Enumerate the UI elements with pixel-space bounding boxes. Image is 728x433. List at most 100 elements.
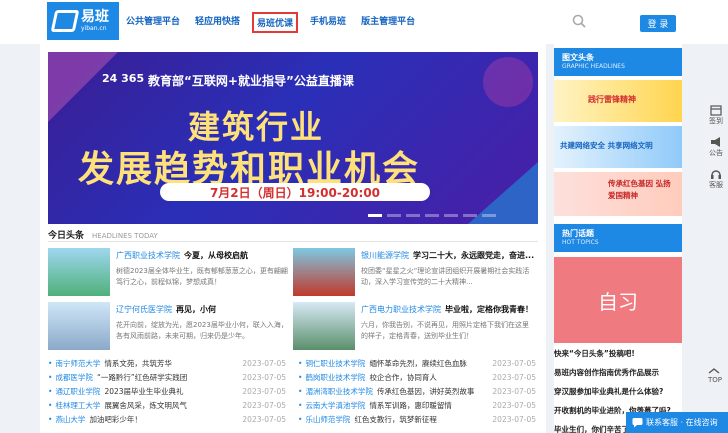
rail-notice[interactable]: 公告 <box>709 136 723 158</box>
list-title[interactable]: 2023届毕业生毕业典礼 <box>104 387 183 396</box>
list-title[interactable]: 缅怀革命先烈，赓续红色血脉 <box>369 359 467 368</box>
section-title-cn: 今日头条 <box>48 231 85 241</box>
section-title: 今日头条 HEADLINES TODAY <box>48 228 158 241</box>
list-date: 2023-07-05 <box>492 386 536 396</box>
carousel-dot[interactable] <box>406 214 420 217</box>
news-source[interactable]: 银川能源学院 <box>361 251 409 260</box>
back-to-top-button[interactable]: TOP <box>708 368 722 384</box>
right-sidebar: 图文头条 GRAPHIC HEADLINES 践行雷锋精神 共建网络安全 共享网… <box>554 44 682 433</box>
news-item[interactable]: 银川能源学院 学习二十大，永远跟党走，奋进... 校团委“星星之火”理论宣讲团组织… <box>293 248 534 296</box>
headline-image[interactable]: 践行雷锋精神 <box>554 80 682 122</box>
nav-moderator-admin[interactable]: 版主管理平台 <box>358 12 418 33</box>
carousel-dot[interactable] <box>425 214 439 217</box>
list-title[interactable]: 情系军训路，惠印暖留情 <box>369 401 452 410</box>
list-source[interactable]: 铜仁职业技术学院 <box>305 359 365 368</box>
rail-service[interactable]: 客服 <box>709 168 723 190</box>
hot-topic-link[interactable]: 快来“今日头条”投稿吧! <box>554 348 635 359</box>
carousel-dot[interactable] <box>368 214 382 217</box>
nav-light-app[interactable]: 轻应用快搭 <box>192 12 243 33</box>
list-source[interactable]: 成都医学院 <box>55 373 93 382</box>
list-source[interactable]: 南宁师范大学 <box>55 359 100 368</box>
news-thumbnail <box>293 248 355 296</box>
list-item[interactable]: 南宁师范大学情系文苑，共筑芳华 2023-07-05 <box>48 356 286 370</box>
checkin-icon <box>710 105 722 116</box>
nav-yiban-course[interactable]: 易班优课 <box>252 12 299 33</box>
rail-checkin-label: 签到 <box>709 117 723 125</box>
list-title[interactable]: 传承红色基因，讲好英烈故事 <box>377 387 475 396</box>
news-title[interactable]: 今夏，从母校启航 <box>184 251 248 260</box>
list-item[interactable]: 鹤岗职业技术学院校企合作，协同育人 2023-07-05 <box>298 370 536 384</box>
list-item[interactable]: 成都医学院 “一路黔行”红色研学实践团 2023-07-05 <box>48 370 286 384</box>
news-title[interactable]: 学习二十大，永远跟党走，奋进... <box>413 251 534 260</box>
list-item[interactable]: 通辽职业学院 2023届毕业生毕业典礼 2023-07-05 <box>48 384 286 398</box>
list-title[interactable]: “一路黔行”红色研学实践团 <box>97 373 187 382</box>
list-title[interactable]: 红色支教行，筑梦新征程 <box>354 415 437 424</box>
nav-mobile-yiban[interactable]: 手机易班 <box>307 12 349 33</box>
news-source[interactable]: 辽宁何氏医学院 <box>116 305 172 314</box>
list-source[interactable]: 通辽职业学院 <box>55 387 100 396</box>
list-source[interactable]: 乐山师范学院 <box>305 415 350 424</box>
list-title[interactable]: 加油吧彩少年！ <box>89 415 142 424</box>
graphic-headlines-title: 图文头条 <box>562 53 594 62</box>
headline-image[interactable]: 传承红色基因 弘扬爱国精神 <box>554 172 682 216</box>
news-summary: 花开向前，绽放为光，愿2023届毕业小何，联入入海，各有风雨前路，未来可期，归来… <box>116 321 288 340</box>
headline-image[interactable]: 共建网络安全 共享网络文明 <box>554 126 682 168</box>
list-source[interactable]: 燕山大学 <box>55 415 85 424</box>
list-item[interactable]: 桂林理工大学展翼舍风采，炼文明风气 2023-07-05 <box>48 398 286 412</box>
list-source[interactable]: 鹤岗职业技术学院 <box>305 373 365 382</box>
list-item[interactable]: 湄洲湾职业技术学院传承红色基因，讲好英烈故事 2023-07-05 <box>298 384 536 398</box>
list-title[interactable]: 校企合作，协同育人 <box>369 373 437 382</box>
list-item[interactable]: 铜仁职业技术学院缅怀革命先烈，赓续红色血脉 2023-07-05 <box>298 356 536 370</box>
news-title[interactable]: 毕业啦，定格你我青春！ <box>445 305 533 314</box>
news-title[interactable]: 再见，小何 <box>176 305 216 314</box>
banner-badge: 24 365 <box>102 72 145 85</box>
hot-topic-link[interactable]: 易班内容创作指南优秀作品展示 <box>554 367 659 378</box>
news-item[interactable]: 广西职业技术学院 今夏，从母校启航 树德2023届全体毕业生，既有郁郁葱葱之心，更… <box>48 248 288 296</box>
news-list-right: 铜仁职业技术学院缅怀革命先烈，赓续红色血脉 2023-07-05 鹤岗职业技术学院… <box>298 356 536 426</box>
list-source[interactable]: 桂林理工大学 <box>55 401 100 410</box>
list-date: 2023-07-05 <box>242 372 286 382</box>
online-service-button[interactable]: 联系客服 · 在线咨询 <box>626 412 728 433</box>
headline-image-text: 践行雷锋精神 <box>588 95 636 104</box>
list-item[interactable]: 燕山大学加油吧彩少年！ 2023-07-05 <box>48 412 286 426</box>
hot-topics-title: 热门话题 <box>562 229 594 238</box>
logo-icon <box>50 10 80 32</box>
list-source[interactable]: 云南大学滇池学院 <box>305 401 365 410</box>
list-date: 2023-07-05 <box>492 358 536 368</box>
chevron-up-icon <box>708 368 720 374</box>
headline-image-text: 传承红色基因 弘扬爱国精神 <box>608 179 671 200</box>
search-icon[interactable] <box>572 14 586 28</box>
hot-topic-link[interactable]: 穿汉服参加毕业典礼是什么体验? <box>554 386 663 397</box>
rail-checkin[interactable]: 签到 <box>709 104 723 126</box>
news-item[interactable]: 广西电力职业技术学院 毕业啦，定格你我青春！ 六月，你我告别，不说再见，用照片定格… <box>293 302 533 350</box>
list-title[interactable]: 情系文苑，共筑芳华 <box>104 359 172 368</box>
list-item[interactable]: 乐山师范学院红色支教行，筑梦新征程 2023-07-05 <box>298 412 536 426</box>
list-item[interactable]: 云南大学滇池学院情系军训路，惠印暖留情 2023-07-05 <box>298 398 536 412</box>
hot-topic-link[interactable]: 毕业生们，你们辛苦了 <box>554 424 629 433</box>
hot-topic-image[interactable]: 自习 <box>554 257 682 343</box>
news-list-left: 南宁师范大学情系文苑，共筑芳华 2023-07-05 成都医学院 “一路黔行”红色研… <box>48 356 286 426</box>
news-item[interactable]: 辽宁何氏医学院 再见，小何 花开向前，绽放为光，愿2023届毕业小何，联入入海，各… <box>48 302 288 350</box>
news-thumbnail <box>48 248 110 296</box>
list-source[interactable]: 湄洲湾职业技术学院 <box>305 387 373 396</box>
list-date: 2023-07-05 <box>242 358 286 368</box>
graphic-headlines-header: 图文头条 GRAPHIC HEADLINES <box>554 48 682 76</box>
list-date: 2023-07-05 <box>242 400 286 410</box>
news-thumbnail <box>48 302 110 350</box>
carousel-dot[interactable] <box>387 214 401 217</box>
nav-public-admin[interactable]: 公共管理平台 <box>123 12 183 33</box>
news-source[interactable]: 广西电力职业技术学院 <box>361 305 441 314</box>
yiban-logo[interactable]: 易班 yiban.cn <box>47 2 119 40</box>
live-course-banner[interactable]: 24 365 教育部“互联网+就业指导”公益直播课 建筑行业 发展趋势和职业机会… <box>48 52 538 224</box>
floating-rail: 签到 公告 客服 <box>704 104 728 190</box>
list-date: 2023-07-05 <box>242 414 286 424</box>
list-title[interactable]: 展翼舍风采，炼文明风气 <box>104 401 187 410</box>
news-source[interactable]: 广西职业技术学院 <box>116 251 180 260</box>
login-button[interactable]: 登 录 <box>640 15 676 32</box>
main-nav: 公共管理平台 轻应用快搭 易班优课 手机易班 版主管理平台 <box>123 12 418 33</box>
carousel-dot[interactable] <box>463 214 477 217</box>
back-to-top-label: TOP <box>708 376 723 384</box>
carousel-dot[interactable] <box>444 214 458 217</box>
graphic-headlines-en: GRAPHIC HEADLINES <box>562 63 625 70</box>
carousel-dot[interactable] <box>482 214 496 217</box>
